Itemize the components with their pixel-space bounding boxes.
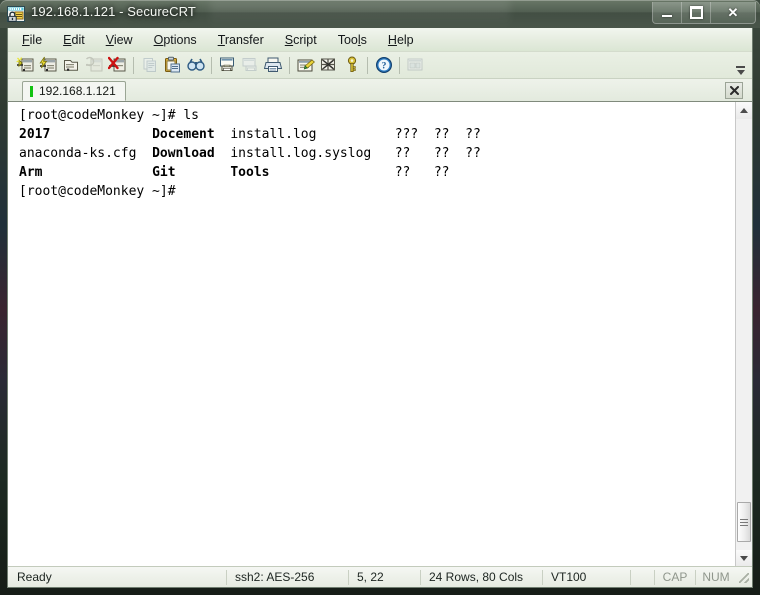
window-titlebar[interactable]: 192.168.1.121 - SecureCRT ✕ bbox=[0, 0, 760, 28]
terminal-line: anaconda-ks.cfg Download install.log.sys… bbox=[19, 144, 735, 163]
directory-entry: Git bbox=[152, 165, 176, 180]
securecrt-window: 192.168.1.121 - SecureCRT ✕ File Edit Vi… bbox=[0, 0, 760, 595]
status-ready: Ready bbox=[17, 570, 52, 584]
toolbar-overflow-button[interactable] bbox=[735, 57, 746, 75]
log-session-icon[interactable] bbox=[216, 54, 239, 76]
maximize-icon bbox=[689, 6, 703, 19]
window-title: 192.168.1.121 - SecureCRT bbox=[31, 4, 196, 19]
securecrt-lock-icon bbox=[7, 6, 25, 22]
directory-entry: Download bbox=[152, 146, 215, 161]
session-options-icon[interactable] bbox=[294, 54, 317, 76]
status-num-lock: NUM bbox=[695, 569, 736, 585]
toolbar-separator bbox=[367, 56, 368, 74]
menu-transfer[interactable]: Transfer bbox=[218, 33, 264, 47]
directory-entry: Tools bbox=[230, 165, 270, 180]
window-caption-buttons: ✕ bbox=[652, 2, 756, 24]
menu-options[interactable]: Options bbox=[154, 33, 197, 47]
menu-script[interactable]: Script bbox=[285, 33, 317, 47]
terminal-scrollbar[interactable] bbox=[735, 102, 752, 567]
arrange-icon bbox=[404, 54, 427, 76]
connect-icon[interactable] bbox=[14, 54, 37, 76]
window-client-area: File Edit View Options Transfer Script T… bbox=[7, 28, 753, 588]
session-tabbar: 192.168.1.121 bbox=[8, 79, 752, 102]
toolbar: ? bbox=[8, 52, 752, 79]
menu-view[interactable]: View bbox=[106, 33, 133, 47]
minimize-button[interactable] bbox=[653, 2, 682, 23]
terminal-area: [root@codeMonkey ~]# ls 2017 Docement ins… bbox=[8, 101, 752, 567]
disconnect-icon[interactable] bbox=[106, 54, 129, 76]
close-icon bbox=[729, 86, 739, 95]
find-icon[interactable] bbox=[184, 54, 207, 76]
connect-in-tab-icon[interactable] bbox=[60, 54, 83, 76]
print-icon[interactable] bbox=[262, 54, 285, 76]
status-caps-lock: CAP bbox=[654, 569, 695, 585]
help-icon[interactable]: ? bbox=[372, 54, 395, 76]
menu-tools[interactable]: Tools bbox=[338, 33, 367, 47]
terminal-line: Arm Git Tools ?? ?? bbox=[19, 163, 735, 182]
key-icon[interactable] bbox=[340, 54, 363, 76]
toolbar-separator bbox=[399, 56, 400, 74]
terminal-line: [root@codeMonkey ~]# bbox=[19, 182, 735, 201]
toolbar-separator bbox=[211, 56, 212, 74]
menu-edit[interactable]: Edit bbox=[63, 33, 85, 47]
statusbar: Ready ssh2: AES-256 5, 22 24 Rows, 80 Co… bbox=[8, 566, 752, 587]
terminal-text: ?? ?? bbox=[269, 165, 450, 180]
reconnect-icon bbox=[83, 54, 106, 76]
toolbar-separator bbox=[289, 56, 290, 74]
terminal-screen[interactable]: [root@codeMonkey ~]# ls 2017 Docement ins… bbox=[8, 102, 735, 567]
toolbar-separator bbox=[133, 56, 134, 74]
chevron-up-icon bbox=[740, 108, 748, 113]
close-button[interactable]: ✕ bbox=[711, 2, 755, 23]
paste-icon[interactable] bbox=[161, 54, 184, 76]
menubar: File Edit View Options Transfer Script T… bbox=[8, 28, 752, 52]
tab-label: 192.168.1.121 bbox=[39, 84, 116, 98]
scrollbar-down-button[interactable] bbox=[736, 550, 752, 567]
tab-close-button[interactable] bbox=[725, 82, 743, 99]
status-dimensions: 24 Rows, 80 Cols bbox=[420, 569, 542, 585]
svg-text:?: ? bbox=[381, 62, 386, 72]
scrollbar-grip-icon bbox=[740, 517, 748, 528]
minimize-icon bbox=[662, 14, 672, 17]
copy-icon bbox=[138, 54, 161, 76]
terminal-text: [root@codeMonkey ~]# bbox=[19, 184, 184, 199]
scrollbar-up-button[interactable] bbox=[736, 102, 752, 119]
resize-grip[interactable] bbox=[736, 570, 752, 585]
terminal-text: anaconda-ks.cfg bbox=[19, 146, 137, 161]
chevron-down-icon bbox=[740, 556, 748, 561]
directory-entry: 2017 bbox=[19, 127, 51, 142]
scrollbar-thumb[interactable] bbox=[737, 502, 751, 542]
terminal-line: 2017 Docement install.log ??? ?? ?? bbox=[19, 125, 735, 144]
menu-help[interactable]: Help bbox=[388, 33, 414, 47]
status-emulation: VT100 bbox=[542, 569, 630, 585]
directory-entry: Docement bbox=[152, 127, 215, 142]
status-spacer bbox=[630, 569, 654, 585]
menu-file[interactable]: File bbox=[22, 33, 42, 47]
global-options-icon[interactable] bbox=[317, 54, 340, 76]
status-cursor-position: 5, 22 bbox=[348, 569, 420, 585]
quick-connect-icon[interactable] bbox=[37, 54, 60, 76]
terminal-text: install.log.syslog ?? ?? ?? bbox=[230, 146, 481, 161]
maximize-button[interactable] bbox=[682, 2, 711, 23]
terminal-text: install.log ??? ?? ?? bbox=[230, 127, 481, 142]
terminal-text: [root@codeMonkey ~]# ls bbox=[19, 108, 200, 123]
tab-192-168-1-121[interactable]: 192.168.1.121 bbox=[22, 81, 126, 101]
tab-connected-indicator bbox=[30, 85, 33, 97]
status-cipher: ssh2: AES-256 bbox=[226, 569, 348, 585]
terminal-line: [root@codeMonkey ~]# ls bbox=[19, 106, 735, 125]
directory-entry: Arm bbox=[19, 165, 43, 180]
print-screen-icon bbox=[239, 54, 262, 76]
close-icon: ✕ bbox=[727, 5, 739, 20]
